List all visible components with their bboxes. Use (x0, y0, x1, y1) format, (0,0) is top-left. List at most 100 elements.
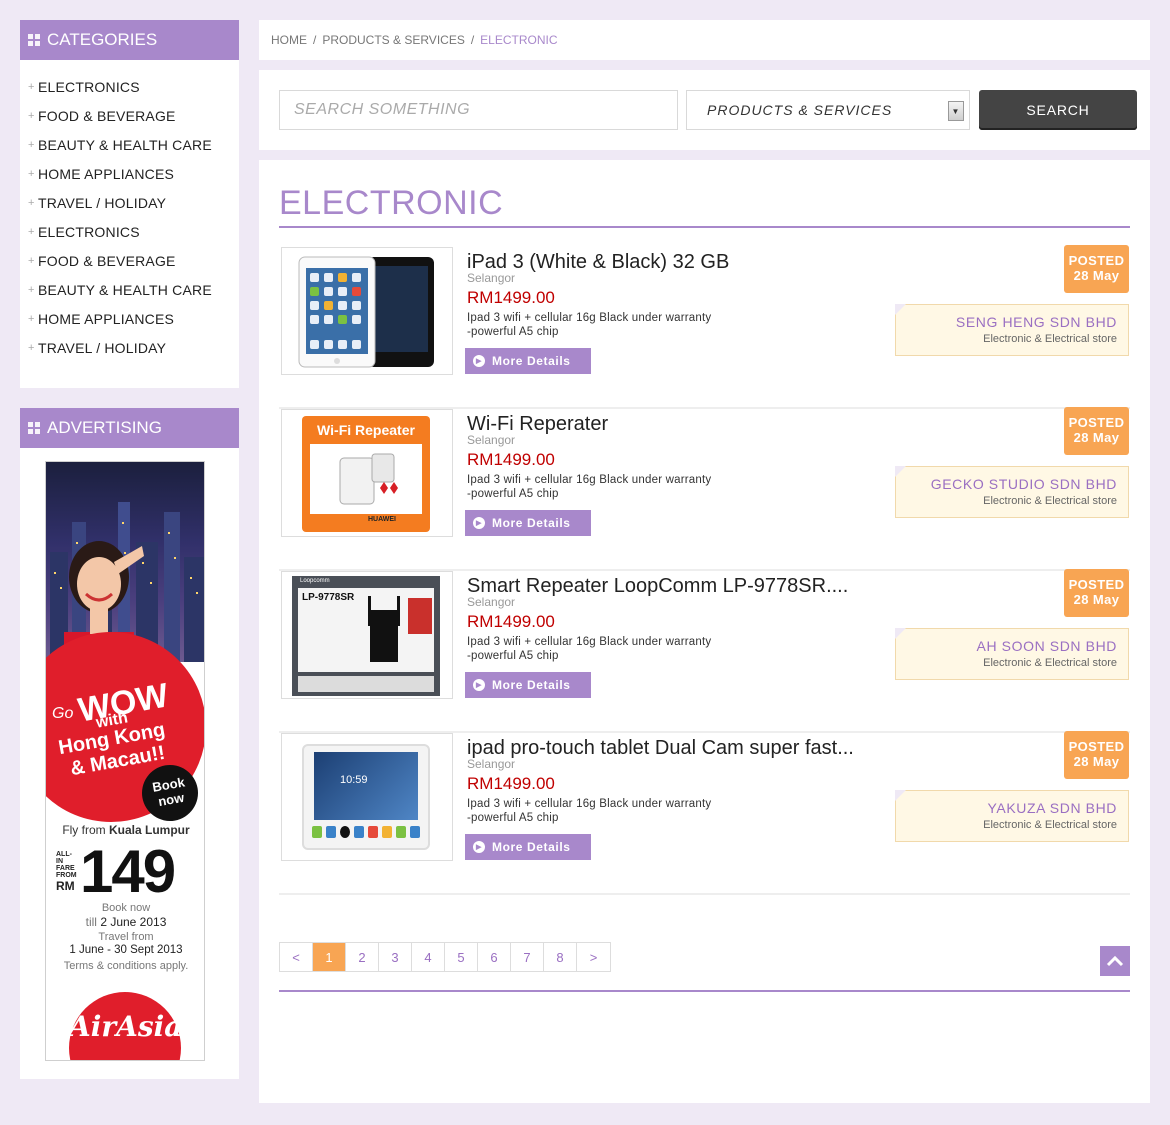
plus-icon: + (28, 341, 35, 354)
advertising-header: ADVERTISING (20, 408, 239, 448)
category-item[interactable]: + HOME APPLIANCES (20, 304, 239, 333)
product-price: RM1499.00 (467, 612, 555, 631)
category-item[interactable]: + HOME APPLIANCES (20, 159, 239, 188)
category-item[interactable]: + TRAVEL / HOLIDAY (20, 188, 239, 217)
product-location: Selangor (467, 757, 516, 771)
pagination-page[interactable]: 5 (445, 943, 478, 971)
category-item[interactable]: + FOOD & BEVERAGE (20, 246, 239, 275)
description-line: Ipad 3 wifi + cellular 16g Black under w… (467, 474, 712, 486)
back-to-top-button[interactable] (1100, 946, 1130, 976)
category-select[interactable]: PRODUCTS & SERVICES ▼ (686, 90, 970, 130)
more-details-label: More Details (492, 840, 571, 854)
product-price: RM1499.00 (467, 774, 555, 793)
airasia-banner-ad[interactable]: Go WOW with Hong Kong & Macau!! Book now… (45, 461, 205, 1061)
thumb-clock: 10:59 (340, 774, 368, 786)
seller-type: Electronic & Electrical store (983, 657, 1117, 669)
router-image (368, 596, 400, 662)
product-description: Ipad 3 wifi + cellular 16g Black under w… (467, 473, 747, 501)
product-listing: Wi-Fi Repeater HUAWEI Wi-Fi Reperater Se… (279, 407, 1130, 571)
category-item[interactable]: + TRAVEL / HOLIDAY (20, 333, 239, 362)
pagination-page[interactable]: 1 (313, 943, 346, 971)
description-line: -powerful A5 chip (467, 812, 559, 824)
seller-type: Electronic & Electrical store (983, 819, 1117, 831)
grid-icon (28, 34, 40, 46)
title-divider (279, 226, 1130, 228)
category-select-value: PRODUCTS & SERVICES (707, 102, 893, 118)
pagination-page[interactable]: 8 (544, 943, 577, 971)
posted-date: 28 May (1073, 754, 1120, 769)
category-label: HOME APPLIANCES (38, 310, 175, 327)
ad-fly-from: Fly from Kuala Lumpur (46, 823, 204, 837)
arrow-right-icon: ▶ (473, 841, 485, 853)
ad-till: till 2 June 2013 (46, 915, 204, 929)
pagination-prev[interactable]: < (280, 943, 313, 971)
product-listing: Loopcomm LP-9778SR Smart Repeater LoopCo… (279, 569, 1130, 733)
product-price: RM1499.00 (467, 450, 555, 469)
loopcomm-box-image: Loopcomm LP-9778SR (292, 576, 440, 696)
plus-icon: + (28, 80, 35, 93)
seller-type: Electronic & Electrical store (983, 495, 1117, 507)
dropdown-arrow-icon[interactable]: ▼ (948, 101, 964, 121)
category-item[interactable]: + ELECTRONICS (20, 217, 239, 246)
breadcrumb-home[interactable]: HOME (271, 33, 307, 47)
breadcrumb-current: ELECTRONIC (480, 33, 558, 47)
ad-till-date: 2 June 2013 (100, 915, 167, 929)
search-button[interactable]: SEARCH (979, 90, 1137, 130)
arrow-right-icon: ▶ (473, 355, 485, 367)
product-name[interactable]: Smart Repeater LoopComm LP-9778SR.... (467, 575, 848, 598)
ad-till-label: till (85, 915, 97, 929)
category-item[interactable]: + FOOD & BEVERAGE (20, 101, 239, 130)
search-input[interactable] (279, 90, 678, 130)
more-details-button[interactable]: ▶ More Details (465, 510, 591, 536)
product-price: RM1499.00 (467, 288, 555, 307)
ad-currency: RM (56, 878, 75, 893)
seller-name: SENG HENG SDN BHD (955, 314, 1117, 330)
more-details-button[interactable]: ▶ More Details (465, 348, 591, 374)
pagination-page[interactable]: 7 (511, 943, 544, 971)
seller-card[interactable]: YAKUZA SDN BHD Electronic & Electrical s… (895, 790, 1129, 842)
seller-type: Electronic & Electrical store (983, 333, 1117, 345)
seller-name: AH SOON SDN BHD (976, 638, 1117, 654)
more-details-button[interactable]: ▶ More Details (465, 834, 591, 860)
category-item[interactable]: + BEAUTY & HEALTH CARE (20, 275, 239, 304)
seller-card[interactable]: GECKO STUDIO SDN BHD Electronic & Electr… (895, 466, 1129, 518)
product-name[interactable]: ipad pro-touch tablet Dual Cam super fas… (467, 737, 854, 760)
seller-name: GECKO STUDIO SDN BHD (930, 476, 1117, 492)
posted-label: POSTED (1068, 577, 1125, 592)
pagination-next[interactable]: > (577, 943, 610, 971)
product-description: Ipad 3 wifi + cellular 16g Black under w… (467, 311, 747, 339)
thumb-brand: HUAWEI (368, 516, 396, 523)
more-details-button[interactable]: ▶ More Details (465, 672, 591, 698)
pagination: < 1 2 3 4 5 6 7 8 > (279, 942, 611, 972)
breadcrumb-section[interactable]: PRODUCTS & SERVICES (322, 33, 464, 47)
product-thumbnail[interactable]: Loopcomm LP-9778SR (281, 571, 453, 699)
plus-icon: + (28, 138, 35, 151)
pagination-page[interactable]: 3 (379, 943, 412, 971)
product-location: Selangor (467, 271, 516, 285)
posted-date: 28 May (1073, 592, 1120, 607)
pagination-page[interactable]: 2 (346, 943, 379, 971)
search-bar: PRODUCTS & SERVICES ▼ SEARCH (259, 70, 1150, 150)
thumb-model: LP-9778SR (302, 592, 355, 603)
ad-go-text: Go (52, 705, 74, 722)
description-line: Ipad 3 wifi + cellular 16g Black under w… (467, 312, 712, 324)
seller-card[interactable]: SENG HENG SDN BHD Electronic & Electrica… (895, 304, 1129, 356)
breadcrumb-separator: / (470, 33, 475, 47)
wifi-repeater-image: Wi-Fi Repeater HUAWEI (302, 416, 430, 532)
pagination-page[interactable]: 4 (412, 943, 445, 971)
pagination-page[interactable]: 6 (478, 943, 511, 971)
description-line: Ipad 3 wifi + cellular 16g Black under w… (467, 798, 712, 810)
product-description: Ipad 3 wifi + cellular 16g Black under w… (467, 797, 747, 825)
main-content: ELECTRONIC iPad 3 (White & Black) 32 GB (259, 160, 1150, 1103)
router-image (339, 453, 398, 505)
category-item[interactable]: + BEAUTY & HEALTH CARE (20, 130, 239, 159)
product-thumbnail[interactable]: 10:59 (281, 733, 453, 861)
categories-header: CATEGORIES (20, 20, 239, 60)
category-item[interactable]: + ELECTRONICS (20, 72, 239, 101)
seller-card[interactable]: AH SOON SDN BHD Electronic & Electrical … (895, 628, 1129, 680)
product-thumbnail[interactable] (281, 247, 453, 375)
grid-icon (28, 422, 40, 434)
ad-book-now-text: Book now (101, 902, 151, 914)
plus-icon: + (28, 225, 35, 238)
product-thumbnail[interactable]: Wi-Fi Repeater HUAWEI (281, 409, 453, 537)
